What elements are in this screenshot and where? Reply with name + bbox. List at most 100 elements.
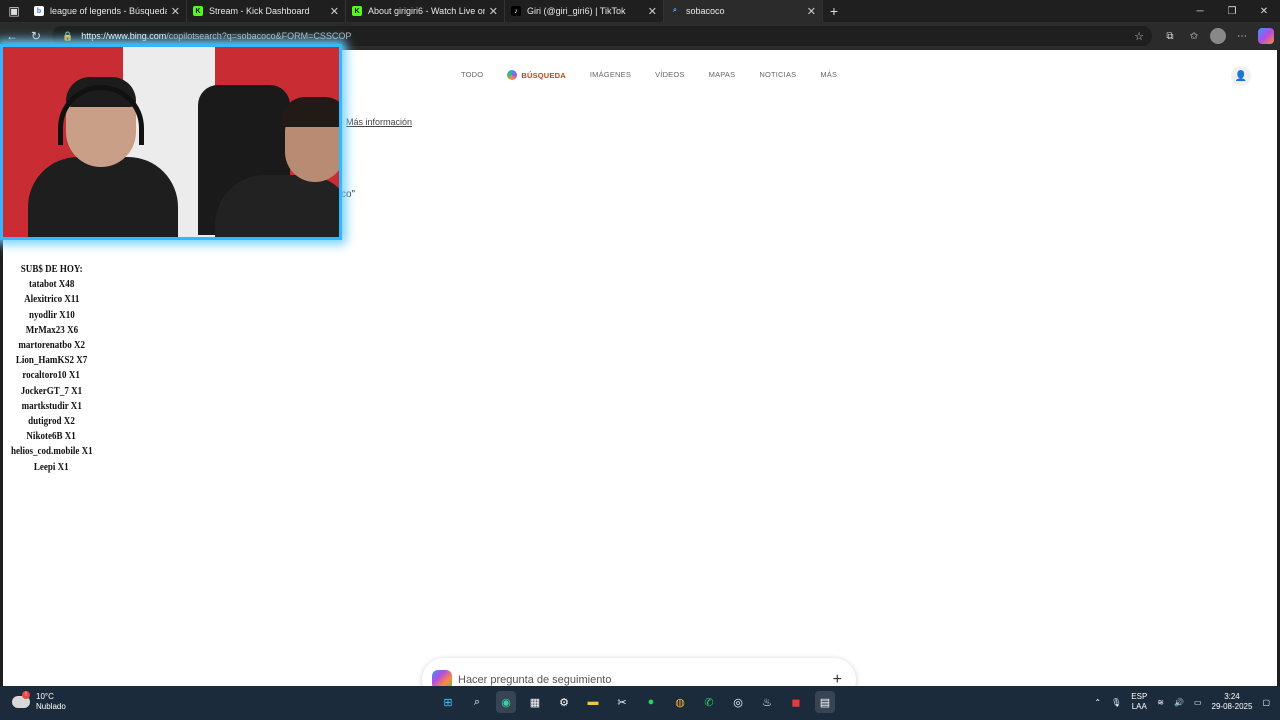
bing-icon: b [34, 6, 44, 16]
clock[interactable]: 3:24 29-08-2025 [1212, 692, 1253, 712]
close-icon[interactable]: ✕ [489, 5, 498, 18]
windows-start-icon[interactable]: ⊞ [438, 691, 458, 713]
subs-row: tatabot X48 [28, 278, 75, 291]
close-icon[interactable]: ✕ [330, 5, 339, 18]
subs-row: helios_cod.mobile X1 [10, 445, 93, 458]
alert-badge-icon: ! [22, 691, 30, 699]
webcam-overlay [0, 44, 342, 240]
spotify-icon[interactable]: ● [641, 691, 661, 713]
lock-icon[interactable]: 🔒 [62, 31, 73, 42]
volume-icon[interactable]: 🔊 [1174, 698, 1184, 707]
favorites-icon[interactable]: ✩ [1186, 28, 1202, 44]
tab-title: Stream - Kick Dashboard [209, 6, 310, 16]
search-nav: TODO BÚSQUEDA IMÁGENES VÍDEOS MAPAS NOTI… [461, 70, 837, 80]
taskbar-apps: ⊞ ⌕ ◉ ▦ ⚙ ▬ ✂ ● ◍ ✆ ◎ ♨ ◼ ▤ [438, 691, 835, 713]
nav-busqueda-label: BÚSQUEDA [521, 70, 566, 80]
streamer-left [28, 77, 178, 237]
subs-row: Alexitrico X11 [23, 293, 80, 306]
tab-actions-icon[interactable]: ▣ [0, 0, 28, 22]
nav-busqueda[interactable]: BÚSQUEDA [507, 70, 566, 80]
close-icon[interactable]: ✕ [807, 5, 816, 18]
nav-mas[interactable]: MÁS [820, 70, 837, 80]
url-field[interactable]: 🔒 https://www.bing.com/copilotsearch?q=s… [52, 26, 1152, 46]
language-indicator[interactable]: ESP LAA [1131, 692, 1147, 712]
more-info-link[interactable]: Más información [346, 117, 412, 127]
weather-desc: Nublado [36, 702, 66, 711]
menu-icon[interactable]: ⋯ [1234, 28, 1250, 44]
chrome-icon[interactable]: ◍ [670, 691, 690, 713]
subs-row: Lion_HamKS2 X7 [15, 354, 88, 367]
recorder-icon[interactable]: ◼ [786, 691, 806, 713]
app-icon[interactable]: ◎ [728, 691, 748, 713]
subs-row: Leepi X1 [34, 460, 69, 473]
nav-videos[interactable]: VÍDEOS [655, 70, 685, 80]
minimize-icon[interactable]: ─ [1184, 0, 1216, 22]
subs-row: rocaltoro10 X1 [22, 369, 81, 382]
cloud-icon: ! [12, 691, 30, 708]
tab-strip: ▣ b league of legends - Búsqueda ✕ K Str… [0, 0, 1280, 22]
tab-title: league of legends - Búsqueda [50, 6, 167, 16]
subs-row: martorenatbo X2 [18, 339, 85, 352]
tab-3[interactable]: ♪ Giri (@giri_giri6) | TikTok ✕ [505, 0, 664, 22]
kick-icon: K [193, 6, 203, 16]
url-path: /copilotsearch?q=sobacoco&FORM=CSSCOP [166, 31, 352, 41]
search-icon[interactable]: ⌕ [467, 691, 487, 713]
copilot-icon[interactable] [1258, 28, 1274, 44]
maximize-icon[interactable]: ❐ [1216, 0, 1248, 22]
followup-placeholder: Hacer pregunta de seguimiento [458, 674, 612, 686]
nav-imagenes[interactable]: IMÁGENES [590, 70, 631, 80]
nav-noticias[interactable]: NOTICIAS [759, 70, 796, 80]
back-icon[interactable]: ← [0, 29, 24, 43]
notepad-icon[interactable]: ▤ [815, 691, 835, 713]
subs-row: Nikote6B X1 [26, 430, 77, 443]
subs-row: SUB$ DE HOY: [20, 263, 83, 275]
tiktok-icon: ♪ [511, 6, 521, 16]
wifi-icon[interactable]: ≋ [1157, 698, 1164, 707]
url-host: https://www.bing.com [81, 31, 167, 41]
tab-title: About girigiri6 - Watch Live on Ki [368, 6, 485, 16]
folder-icon[interactable]: ▬ [583, 691, 603, 713]
taskbar: ! 10°C Nublado ⊞ ⌕ ◉ ▦ ⚙ ▬ ✂ ● ◍ ✆ ◎ ♨ ◼… [0, 686, 1280, 720]
whatsapp-icon[interactable]: ✆ [699, 691, 719, 713]
extension-icon[interactable]: ⧉ [1162, 28, 1178, 44]
new-tab-button[interactable]: + [823, 0, 845, 22]
notification-icon[interactable]: ▢ [1262, 698, 1270, 707]
search-icon: ⌕ [673, 7, 677, 14]
weather-widget[interactable]: ! 10°C Nublado [12, 691, 66, 712]
tab-title: sobacoco [686, 6, 725, 16]
chevron-up-icon[interactable]: ⌃ [1094, 698, 1101, 707]
star-icon[interactable]: ☆ [1134, 30, 1144, 43]
edge-icon[interactable]: ◉ [496, 691, 516, 713]
nav-mapas[interactable]: MAPAS [709, 70, 736, 80]
window-controls: ─ ❐ ✕ [1184, 0, 1280, 22]
streamer-right [215, 97, 339, 237]
close-window-icon[interactable]: ✕ [1248, 0, 1280, 22]
subs-row: martkstudir X1 [21, 399, 82, 412]
kick-icon: K [352, 6, 362, 16]
snipping-tool-icon[interactable]: ✂ [612, 691, 632, 713]
tab-4[interactable]: ⌕ sobacoco ✕ [664, 0, 823, 22]
subs-row: JockerGT_7 X1 [20, 384, 83, 397]
microphone-icon[interactable]: 🎙 [1111, 698, 1121, 707]
subs-list-overlay: SUB$ DE HOY: tatabot X48 Alexitrico X11 … [0, 262, 103, 475]
copilot-icon [507, 70, 518, 80]
refresh-icon[interactable]: ↻ [24, 29, 48, 43]
system-tray: ⌃ 🎙 ESP LAA ≋ 🔊 ▭ 3:24 29-08-2025 ▢ [1094, 692, 1270, 712]
result-snippet: co" [341, 189, 356, 200]
close-icon[interactable]: ✕ [171, 5, 180, 18]
toolbar-icons: ⧉ ✩ ⋯ [1162, 28, 1274, 44]
store-icon[interactable]: ▦ [525, 691, 545, 713]
battery-icon[interactable]: ▭ [1194, 698, 1202, 707]
nav-todo[interactable]: TODO [461, 70, 483, 80]
steam-icon[interactable]: ♨ [757, 691, 777, 713]
tab-1[interactable]: K Stream - Kick Dashboard ✕ [187, 0, 346, 22]
close-icon[interactable]: ✕ [648, 5, 657, 18]
tab-2[interactable]: K About girigiri6 - Watch Live on Ki ✕ [346, 0, 505, 22]
user-icon[interactable]: 👤 [1231, 66, 1251, 86]
profile-avatar-icon[interactable] [1210, 28, 1226, 44]
subs-row: nyodlir X10 [28, 308, 75, 321]
tab-0[interactable]: b league of legends - Búsqueda ✕ [28, 0, 187, 22]
subs-row: dutigrod X2 [28, 415, 75, 428]
tab-title: Giri (@giri_giri6) | TikTok [527, 6, 626, 16]
settings-icon[interactable]: ⚙ [554, 691, 574, 713]
